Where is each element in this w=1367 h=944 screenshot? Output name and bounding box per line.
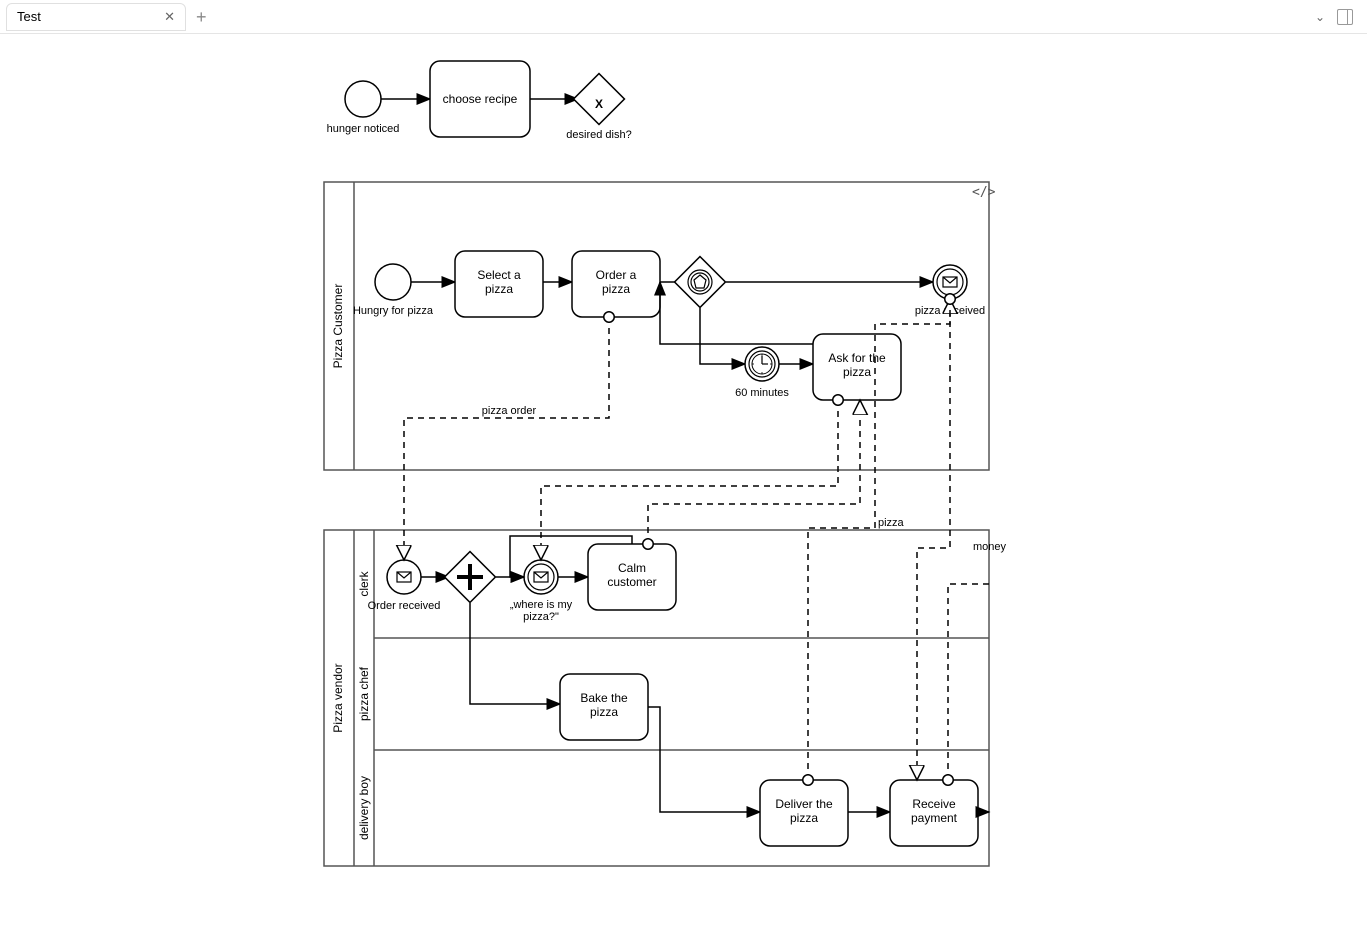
tab-label: Test	[17, 9, 41, 24]
tab-bar: Test ✕ + ⌄	[0, 0, 1367, 34]
svg-text:X: X	[595, 97, 603, 111]
svg-text:Select a: Select a	[477, 268, 521, 282]
pool-pizza-vendor[interactable]: Pizza vendor clerk pizza chef delivery b…	[324, 530, 989, 866]
start-event-hunger[interactable]	[345, 81, 381, 117]
code-icon[interactable]: </>	[972, 185, 996, 200]
pool-pizza-customer[interactable]: Pizza Customer </> Hungry for pizza Sele…	[324, 182, 996, 470]
msg-event-where-pizza[interactable]	[524, 560, 558, 594]
pool-label: Pizza vendor	[331, 663, 345, 732]
svg-text:„where is my: „where is my	[510, 599, 573, 611]
svg-text:payment: payment	[911, 811, 958, 825]
svg-text:pizza: pizza	[843, 365, 871, 379]
end-event-pizza-received[interactable]	[933, 265, 967, 299]
msg-label: pizza	[878, 517, 905, 529]
start-label: Hungry for pizza	[353, 305, 434, 317]
close-icon[interactable]: ✕	[164, 9, 175, 25]
svg-text:Order a: Order a	[596, 268, 637, 282]
lane-delivery: delivery boy	[357, 776, 371, 840]
svg-text:pizza: pizza	[602, 282, 630, 296]
svg-text:pizza: pizza	[485, 282, 513, 296]
gateway-desired-dish[interactable]: X	[574, 74, 625, 125]
start-event-order-received[interactable]	[387, 560, 421, 594]
diagram-canvas[interactable]: hunger noticed choose recipe X desired d…	[0, 34, 1367, 944]
svg-text:Deliver the: Deliver the	[775, 797, 833, 811]
gateway-label: desired dish?	[566, 129, 631, 141]
svg-text:customer: customer	[607, 575, 656, 589]
timer-label: 60 minutes	[735, 387, 789, 399]
msg-label: money	[973, 541, 1007, 553]
svg-text:Bake the: Bake the	[580, 691, 628, 705]
svg-text:Calm: Calm	[618, 561, 646, 575]
top-process[interactable]: hunger noticed choose recipe X desired d…	[327, 61, 632, 141]
start-label: Order received	[368, 600, 441, 612]
start-event-hungry[interactable]	[375, 264, 411, 300]
svg-text:pizza: pizza	[590, 705, 618, 719]
lane-clerk: clerk	[357, 570, 371, 596]
tab-test[interactable]: Test ✕	[6, 3, 186, 31]
pool-label: Pizza Customer	[331, 284, 345, 369]
add-tab-button[interactable]: +	[196, 8, 207, 26]
timer-event[interactable]	[745, 347, 779, 381]
msg-label: pizza order	[482, 405, 537, 417]
start-event-label: hunger noticed	[327, 123, 400, 135]
svg-text:pizza: pizza	[790, 811, 818, 825]
svg-text:pizza?": pizza?"	[523, 611, 559, 623]
task-label: choose recipe	[443, 92, 518, 106]
svg-text:Receive: Receive	[912, 797, 956, 811]
panel-toggle-icon[interactable]	[1337, 9, 1353, 25]
chevron-down-icon[interactable]: ⌄	[1315, 10, 1325, 24]
svg-text:Ask for the: Ask for the	[828, 351, 886, 365]
diagram-svg: hunger noticed choose recipe X desired d…	[0, 34, 1367, 944]
lane-chef: pizza chef	[357, 666, 371, 721]
